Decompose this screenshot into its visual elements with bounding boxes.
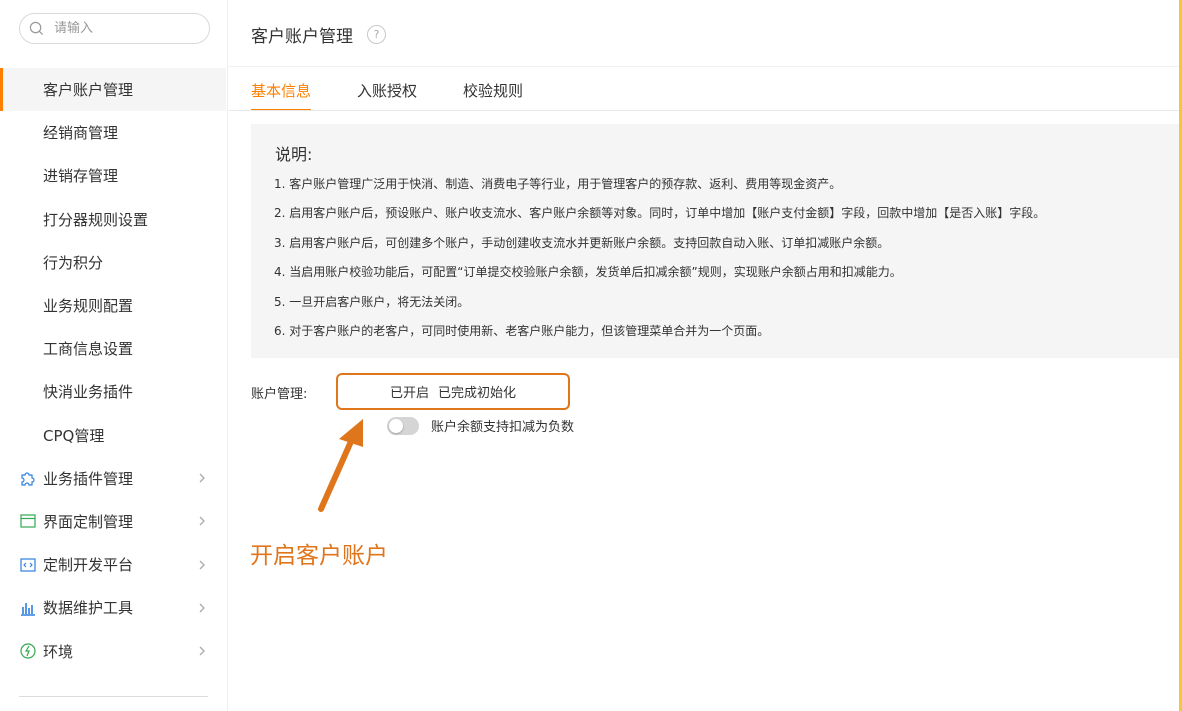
sidebar-item-dealer[interactable]: 经销商管理 bbox=[0, 111, 226, 154]
notice-line: 5. 一旦开启客户账户，将无法关闭。 bbox=[274, 294, 470, 309]
page-title-text: 客户账户管理 bbox=[251, 27, 353, 47]
sidebar-item-fmcg-plugin[interactable]: 快消业务插件 bbox=[0, 370, 226, 413]
sidebar-group-data-tools[interactable]: 数据维护工具 bbox=[0, 586, 226, 629]
sidebar-group-dev-platform[interactable]: 定制开发平台 bbox=[0, 543, 226, 586]
window-icon bbox=[19, 512, 37, 530]
sidebar-group-label: 数据维护工具 bbox=[43, 599, 134, 618]
negative-balance-setting: 账户余额支持扣减为负数 bbox=[387, 416, 574, 435]
header-divider bbox=[229, 66, 1179, 67]
code-icon bbox=[19, 556, 37, 574]
sidebar-item-scorer-rules[interactable]: 打分器规则设置 bbox=[0, 198, 226, 241]
help-icon[interactable]: ? bbox=[367, 25, 386, 44]
bar-chart-icon bbox=[19, 599, 37, 617]
sidebar-item-customer-account[interactable]: 客户账户管理 bbox=[0, 68, 226, 112]
tab-posting-authorization[interactable]: 入账授权 bbox=[357, 80, 417, 111]
chevron-right-icon bbox=[199, 473, 205, 483]
status-initialized: 已完成初始化 bbox=[438, 386, 517, 401]
sidebar-group-label: 环境 bbox=[43, 642, 74, 661]
tab-basic-info[interactable]: 基本信息 bbox=[251, 80, 312, 111]
sidebar-group-environment[interactable]: 环境 bbox=[0, 629, 226, 672]
account-management-label: 账户管理: bbox=[251, 387, 308, 402]
account-status-highlight: 已开启 已完成初始化 bbox=[336, 373, 570, 410]
sidebar-item-business-info[interactable]: 工商信息设置 bbox=[0, 327, 226, 370]
chevron-right-icon bbox=[199, 646, 205, 656]
notice-line: 4. 当启用账户校验功能后，可配置“订单提交校验账户余额，发货单后扣减余额”规则… bbox=[274, 265, 902, 280]
chevron-right-icon bbox=[199, 517, 205, 526]
notice-line: 2. 启用客户账户后，预设账户、账户收支流水、客户账户余额等对象。同时，订单中增… bbox=[274, 206, 1046, 221]
negative-balance-toggle[interactable] bbox=[387, 416, 419, 435]
sidebar-item-cpq[interactable]: CPQ管理 bbox=[0, 414, 226, 457]
puzzle-icon bbox=[19, 469, 37, 487]
sidebar-nav: 客户账户管理 经销商管理 进销存管理 打分器规则设置 行为积分 业务规则配置 工… bbox=[0, 68, 226, 673]
sidebar-item-behavior-points[interactable]: 行为积分 bbox=[0, 241, 226, 284]
sidebar-item-inventory[interactable]: 进销存管理 bbox=[0, 154, 226, 197]
notice-line: 6. 对于客户账户的老客户，可同时使用新、老客户账户能力，但该管理菜单合并为一个… bbox=[274, 323, 770, 338]
sidebar-group-plugins[interactable]: 业务插件管理 bbox=[0, 457, 226, 500]
main-content: 客户账户管理 ? 基本信息 入账授权 校验规则 说明: 1. 客户账户管理广泛用… bbox=[229, 0, 1179, 711]
sidebar-group-label: 界面定制管理 bbox=[43, 512, 134, 531]
sidebar-group-label: 定制开发平台 bbox=[43, 556, 134, 575]
sidebar-group-label: 业务插件管理 bbox=[43, 469, 134, 488]
notice-line: 3. 启用客户账户后，可创建多个账户，手动创建收支流水并更新账户余额。支持回款自… bbox=[274, 235, 890, 250]
notice-lines: 1. 客户账户管理广泛用于快消、制造、消费电子等行业，用于管理客户的预存款、返利… bbox=[274, 175, 1045, 351]
environment-icon bbox=[19, 642, 37, 660]
tab-bar: 基本信息 入账授权 校验规则 bbox=[251, 80, 569, 111]
notice-title: 说明: bbox=[275, 145, 313, 164]
chevron-right-icon bbox=[199, 603, 205, 613]
sidebar-group-ui-custom[interactable]: 界面定制管理 bbox=[0, 500, 226, 543]
search-box[interactable] bbox=[19, 13, 210, 44]
notice-panel: 说明: 1. 客户账户管理广泛用于快消、制造、消费电子等行业，用于管理客户的预存… bbox=[251, 124, 1179, 358]
annotation-text: 开启客户账户 bbox=[250, 543, 388, 569]
sidebar-item-business-rules[interactable]: 业务规则配置 bbox=[0, 284, 226, 327]
notice-line: 1. 客户账户管理广泛用于快消、制造、消费电子等行业，用于管理客户的预存款、返利… bbox=[274, 177, 842, 191]
tab-divider bbox=[229, 110, 1179, 111]
tab-validation-rules[interactable]: 校验规则 bbox=[463, 80, 523, 111]
sidebar: 客户账户管理 经销商管理 进销存管理 打分器规则设置 行为积分 业务规则配置 工… bbox=[0, 0, 228, 711]
annotation-arrow-icon bbox=[318, 419, 363, 512]
search-input[interactable] bbox=[54, 21, 194, 36]
search-icon bbox=[29, 21, 44, 36]
negative-balance-label: 账户余额支持扣减为负数 bbox=[431, 420, 575, 435]
chevron-right-icon bbox=[199, 560, 205, 570]
status-enabled: 已开启 bbox=[389, 386, 429, 401]
toggle-knob bbox=[389, 418, 403, 433]
sidebar-divider bbox=[19, 696, 208, 697]
page-title: 客户账户管理 ? bbox=[251, 22, 386, 47]
